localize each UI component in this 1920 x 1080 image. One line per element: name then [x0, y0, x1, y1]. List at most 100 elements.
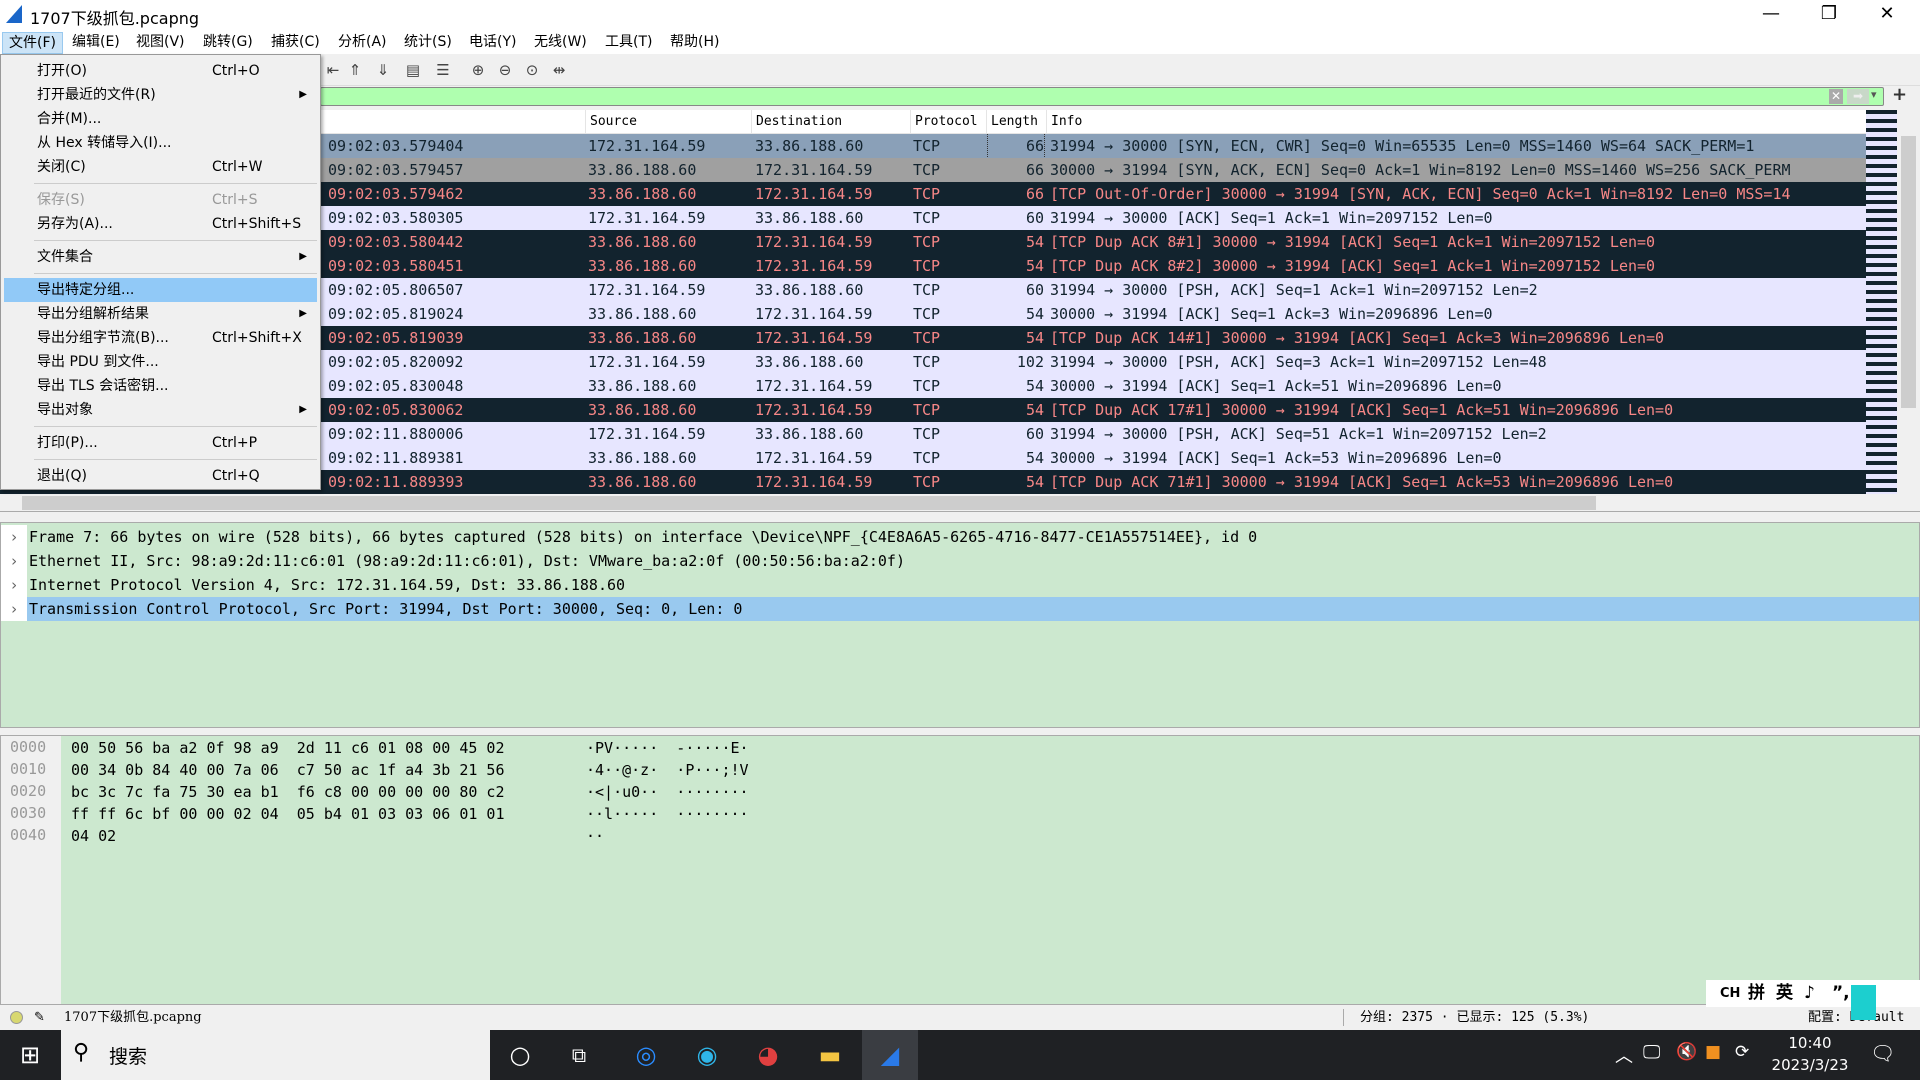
edge-browser-icon[interactable]: ◉: [679, 1030, 735, 1080]
menu-5[interactable]: 分析(A): [332, 32, 393, 54]
menu-0[interactable]: 文件(F): [2, 32, 63, 54]
ime-item-0[interactable]: CH: [1720, 980, 1740, 1007]
file-menu-item[interactable]: 导出 TLS 会话密钥...: [4, 374, 317, 398]
wireshark-taskbar-icon[interactable]: ◢: [862, 1030, 918, 1080]
zoom-out-icon[interactable]: ⊖: [494, 59, 516, 81]
menu-9[interactable]: 工具(T): [599, 32, 658, 54]
scrollbar-thumb[interactable]: [1901, 136, 1916, 408]
packet-info: 31994 → 30000 [SYN, ECN, CWR] Seq=0 Win=…: [1050, 137, 1755, 155]
hex-bytes[interactable]: 00 34 0b 84 40 00 7a 06 c7 50 ac 1f a4 3…: [71, 759, 504, 781]
volume-muted-icon[interactable]: 🔇: [1676, 1042, 1697, 1062]
tray-overflow-icon[interactable]: ︿: [1615, 1042, 1633, 1068]
resize-columns-icon[interactable]: ⇹: [548, 59, 570, 81]
detail-tree-item[interactable]: › Internet Protocol Version 4, Src: 172.3…: [1, 573, 1919, 597]
menu-6[interactable]: 统计(S): [398, 32, 458, 54]
task-view-icon[interactable]: ⧉: [551, 1030, 607, 1080]
network-icon[interactable]: 🖵: [1643, 1042, 1660, 1063]
file-explorer-icon[interactable]: ▬: [802, 1030, 858, 1080]
file-menu-item[interactable]: 退出(Q) Ctrl+Q: [4, 464, 317, 488]
hex-ascii[interactable]: ·<|·u0·· ········: [586, 781, 749, 803]
file-menu-item[interactable]: 保存(S) Ctrl+S: [4, 188, 317, 212]
file-menu-item[interactable]: 导出分组解析结果 ▶: [4, 302, 317, 326]
file-menu-item[interactable]: 打印(P)... Ctrl+P: [4, 431, 317, 455]
packet-info: [TCP Dup ACK 71#1] 30000 → 31994 [ACK] S…: [1050, 473, 1674, 491]
menu-3[interactable]: 跳转(G): [197, 32, 259, 54]
expand-chevron-icon[interactable]: ›: [1, 573, 27, 597]
restore-button[interactable]: ❐: [1800, 0, 1858, 30]
packet-list-horizontal-scrollbar[interactable]: [0, 494, 1920, 512]
minimize-button[interactable]: —: [1742, 0, 1800, 30]
hex-bytes[interactable]: 00 50 56 ba a2 0f 98 a9 2d 11 c6 01 08 0…: [71, 737, 504, 759]
detail-tree-item[interactable]: › Transmission Control Protocol, Src Port…: [1, 597, 1919, 621]
packet-list-vertical-scrollbar[interactable]: [1897, 110, 1920, 494]
ime-item-1[interactable]: 拼: [1748, 980, 1765, 1007]
hex-ascii[interactable]: ··l····· ········: [586, 803, 749, 825]
file-menu-item[interactable]: 导出 PDU 到文件...: [4, 350, 317, 374]
sync-icon[interactable]: ⟳: [1735, 1042, 1749, 1062]
tray-app-icon[interactable]: ■: [1705, 1042, 1721, 1062]
column-header-destination[interactable]: Destination: [751, 110, 842, 134]
expand-chevron-icon[interactable]: ›: [1, 549, 27, 573]
file-menu-item[interactable]: 另存为(A)... Ctrl+Shift+S: [4, 212, 317, 236]
go-first-icon[interactable]: ⇤: [322, 59, 344, 81]
column-header-length[interactable]: Length: [986, 110, 1038, 134]
expert-info-indicator-icon[interactable]: [10, 1011, 23, 1024]
zoom-normal-icon[interactable]: ⊙: [521, 59, 543, 81]
column-header-info[interactable]: Info: [1046, 110, 1082, 134]
packet-minimap[interactable]: [1866, 110, 1897, 494]
apply-filter-button[interactable]: ➡: [1847, 89, 1869, 104]
hex-ascii[interactable]: ·4··@·z· ·P···;!V: [586, 759, 749, 781]
hex-bytes[interactable]: bc 3c 7c fa 75 30 ea b1 f6 c8 00 00 00 0…: [71, 781, 504, 803]
ime-item-2[interactable]: 英: [1776, 980, 1793, 1007]
menu-2[interactable]: 视图(V): [130, 32, 191, 54]
file-menu-item[interactable]: 文件集合 ▶: [4, 245, 317, 269]
cortana-icon[interactable]: ○: [492, 1030, 548, 1080]
ime-item-3[interactable]: ♪: [1804, 980, 1815, 1007]
start-button[interactable]: ⊞: [2, 1030, 58, 1080]
file-menu-item[interactable]: 导出分组字节流(B)... Ctrl+Shift+X: [4, 326, 317, 350]
ime-item-4[interactable]: ”,: [1832, 980, 1850, 1007]
notifications-icon[interactable]: 🗨: [1870, 1041, 1895, 1065]
file-menu-item[interactable]: 导出对象 ▶: [4, 398, 317, 422]
chat-app-icon[interactable]: ◎: [618, 1030, 674, 1080]
file-menu-item[interactable]: 合并(M)...: [4, 107, 317, 131]
clock-date[interactable]: 2023/3/23: [1765, 1056, 1855, 1074]
file-menu-item[interactable]: 打开最近的文件(R) ▶: [4, 83, 317, 107]
file-menu-item[interactable]: 从 Hex 转储导入(I)...: [4, 131, 317, 155]
capture-comment-icon[interactable]: ✎: [34, 1005, 45, 1030]
display-filter-input[interactable]: ✕ ➡ ▾: [320, 87, 1884, 106]
menu-8[interactable]: 无线(W): [528, 32, 593, 54]
file-menu-item[interactable]: 关闭(C) Ctrl+W: [4, 155, 317, 179]
expand-chevron-icon[interactable]: ›: [1, 525, 27, 549]
packet-dst: 33.86.188.60: [755, 209, 864, 227]
scrollbar-thumb[interactable]: [22, 496, 1596, 510]
file-menu-item[interactable]: 导出特定分组...: [4, 278, 317, 302]
hex-bytes[interactable]: 04 02: [71, 825, 116, 847]
go-bottom-icon[interactable]: ⇓: [372, 59, 394, 81]
detail-tree-item[interactable]: › Frame 7: 66 bytes on wire (528 bits), 6…: [1, 525, 1919, 549]
filter-dropdown-button[interactable]: ▾: [1871, 88, 1877, 101]
file-menu-item[interactable]: 打开(O) Ctrl+O: [4, 59, 317, 83]
menu-10[interactable]: 帮助(H): [664, 32, 725, 54]
hex-ascii[interactable]: ··: [586, 825, 604, 847]
hex-bytes[interactable]: ff ff 6c bf 00 00 02 04 05 b4 01 03 03 0…: [71, 803, 504, 825]
menu-7[interactable]: 电话(Y): [463, 32, 522, 54]
zoom-in-icon[interactable]: ⊕: [467, 59, 489, 81]
detail-tree-item[interactable]: › Ethernet II, Src: 98:a9:2d:11:c6:01 (98…: [1, 549, 1919, 573]
colorize-icon[interactable]: ☰: [432, 59, 454, 81]
clear-filter-button[interactable]: ✕: [1829, 89, 1843, 104]
menu-4[interactable]: 捕获(C): [265, 32, 326, 54]
expand-chevron-icon[interactable]: ›: [1, 597, 27, 621]
taskbar-search-box[interactable]: ⚲ 搜索: [61, 1030, 490, 1080]
snail-app-icon[interactable]: ◕: [740, 1030, 796, 1080]
add-filter-button[interactable]: +: [1892, 84, 1907, 105]
column-header-source[interactable]: Source: [585, 110, 637, 134]
go-top-icon[interactable]: ⇑: [344, 59, 366, 81]
clock-time[interactable]: 10:40: [1775, 1034, 1845, 1052]
column-header-protocol[interactable]: Protocol: [910, 110, 978, 134]
hex-ascii[interactable]: ·PV····· -·····E·: [586, 737, 749, 759]
close-button[interactable]: ✕: [1858, 0, 1916, 30]
menu-1[interactable]: 编辑(E): [66, 32, 126, 54]
autoscroll-icon[interactable]: ▤: [402, 59, 424, 81]
detail-text: Transmission Control Protocol, Src Port:…: [29, 600, 743, 618]
